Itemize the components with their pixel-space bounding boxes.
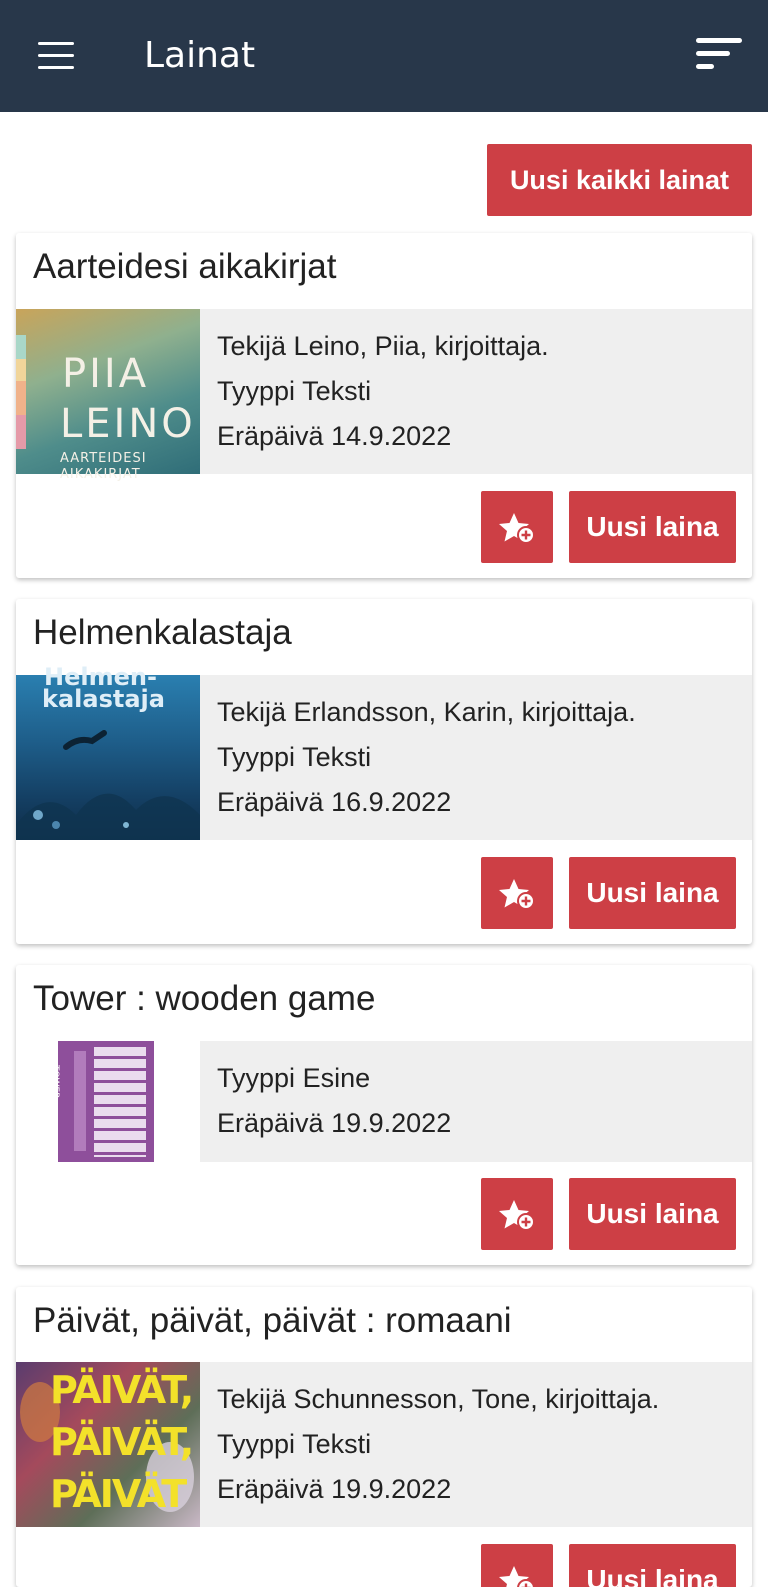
book-cover[interactable]: Helmen- kalastaja [16,663,200,840]
star-plus-icon [499,1200,535,1231]
due-date-line: Eräpäivä 19.9.2022 [217,1474,451,1505]
author-label: Tekijä [217,1384,287,1414]
type-line: Tyyppi Esine [217,1063,370,1094]
loan-card: Päivät, päivät, päivät : romaani PÄIVÄT,… [16,1287,752,1587]
cover-text: PIIA [62,351,150,397]
due-value: 16.9.2022 [331,787,452,817]
type-label: Tyyppi [217,1063,296,1093]
page-title: Lainat [144,35,256,76]
add-favorite-button[interactable] [481,1544,553,1587]
due-date-line: Eräpäivä 19.9.2022 [217,1108,451,1139]
add-favorite-button[interactable] [481,857,553,929]
diver-illustration [16,730,200,840]
type-value: Teksti [302,1429,372,1459]
renew-loan-button[interactable]: Uusi laina [569,1178,736,1250]
due-date-line: Eräpäivä 16.9.2022 [217,787,451,818]
type-label: Tyyppi [217,742,296,772]
hamburger-menu-icon[interactable] [36,38,76,74]
cover-text: TOWER [50,1065,60,1099]
cover-text: AIKAKIRJAT [60,467,141,482]
loan-details: Tyyppi Esine Eräpäivä 19.9.2022 [200,1041,752,1162]
cover-text: PÄIVÄT, [50,1420,194,1464]
renew-loan-button[interactable]: Uusi laina [569,1544,736,1587]
due-label: Eräpäivä [217,421,324,451]
sort-icon[interactable] [692,36,746,76]
add-favorite-button[interactable] [481,491,553,563]
add-favorite-button[interactable] [481,1178,553,1250]
star-plus-icon [499,513,535,544]
due-label: Eräpäivä [217,787,324,817]
due-label: Eräpäivä [217,1474,324,1504]
type-line: Tyyppi Teksti [217,742,371,773]
book-cover[interactable]: PIIA LEINO AARTEIDESI AIKAKIRJAT [16,309,200,482]
book-cover[interactable]: PÄIVÄT, PÄIVÄT, PÄIVÄT [16,1362,200,1527]
loan-title[interactable]: Päivät, päivät, päivät : romaani [33,1301,512,1341]
author-label: Tekijä [217,331,287,361]
due-value: 14.9.2022 [331,421,452,451]
type-label: Tyyppi [217,1429,296,1459]
item-cover[interactable]: TOWER [16,1041,200,1162]
cover-text: AARTEIDESI [60,451,147,466]
due-date-line: Eräpäivä 14.9.2022 [217,421,451,452]
loan-details: Tekijä Leino, Piia, kirjoittaja. Tyyppi … [200,309,752,474]
type-label: Tyyppi [217,376,296,406]
cover-text: LEINO [60,401,196,447]
author-value: Leino, Piia, kirjoittaja. [293,331,549,361]
loan-details: Tekijä Erlandsson, Karin, kirjoittaja. T… [200,675,752,840]
cover-text: PÄIVÄT, [50,1368,194,1412]
due-value: 19.9.2022 [331,1474,452,1504]
renew-loan-button[interactable]: Uusi laina [569,491,736,563]
app-bar: Lainat [0,0,768,112]
author-line: Tekijä Schunnesson, Tone, kirjoittaja. [217,1384,659,1415]
type-value: Esine [302,1063,371,1093]
loan-title[interactable]: Aarteidesi aikakirjat [33,247,336,287]
author-value: Erlandsson, Karin, kirjoittaja. [293,697,636,727]
star-plus-icon [499,879,535,910]
type-value: Teksti [302,376,372,406]
cover-text: PÄIVÄT [50,1472,187,1516]
due-label: Eräpäivä [217,1108,324,1138]
type-line: Tyyppi Teksti [217,376,371,407]
author-line: Tekijä Leino, Piia, kirjoittaja. [217,331,549,362]
loan-details: Tekijä Schunnesson, Tone, kirjoittaja. T… [200,1362,752,1527]
due-value: 19.9.2022 [331,1108,452,1138]
author-label: Tekijä [217,697,287,727]
renew-all-button[interactable]: Uusi kaikki lainat [487,144,752,216]
type-value: Teksti [302,742,372,772]
renew-loan-button[interactable]: Uusi laina [569,857,736,929]
author-line: Tekijä Erlandsson, Karin, kirjoittaja. [217,697,636,728]
star-plus-icon [499,1566,535,1587]
loan-card: Tower : wooden game TOWER Tyyppi Esine E… [16,965,752,1265]
loan-card: Helmenkalastaja Helmen- kalastaja Tekijä… [16,599,752,944]
loan-title[interactable]: Tower : wooden game [33,979,375,1019]
author-value: Schunnesson, Tone, kirjoittaja. [293,1384,660,1414]
loan-card: Aarteidesi aikakirjat PIIA LEINO AARTEID… [16,233,752,578]
loan-title[interactable]: Helmenkalastaja [33,613,292,653]
type-line: Tyyppi Teksti [217,1429,371,1460]
